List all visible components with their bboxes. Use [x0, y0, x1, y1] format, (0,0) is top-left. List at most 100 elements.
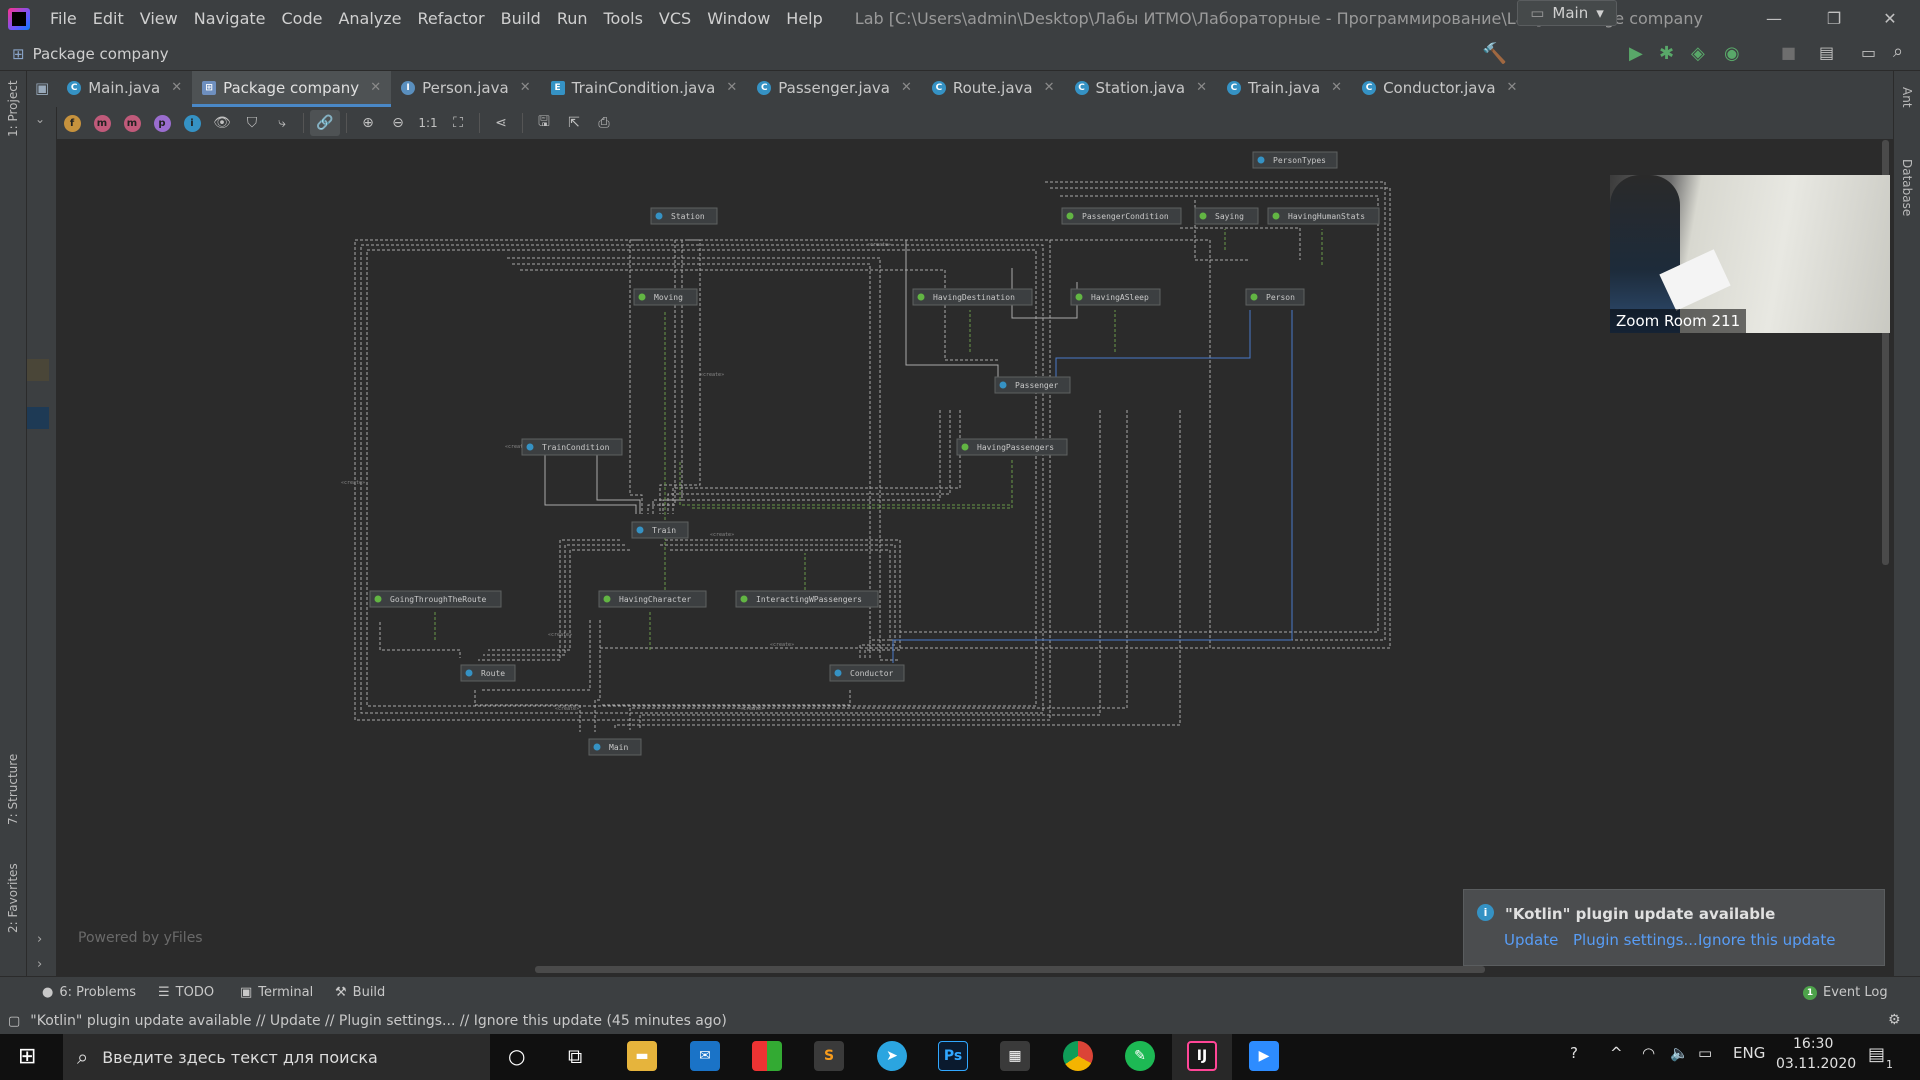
tab-route[interactable]: C Route.java ✕ [922, 71, 1065, 107]
close-icon[interactable]: ✕ [171, 80, 182, 95]
calculator-icon[interactable]: ▦ [1000, 1041, 1030, 1071]
menu-tools[interactable]: Tools [596, 9, 651, 28]
close-icon[interactable]: ✕ [1331, 80, 1342, 95]
status-message[interactable]: "Kotlin" plugin update available // Upda… [30, 1013, 727, 1029]
uml-node[interactable]: Saying [1194, 207, 1259, 225]
database-tool-button[interactable]: Database [1900, 159, 1914, 216]
ignore-update-link[interactable]: Ignore this update [1698, 931, 1835, 949]
event-log-button[interactable]: 1 Event Log [1803, 985, 1888, 1000]
uml-node[interactable]: Route [460, 664, 516, 682]
chrome-icon[interactable] [1063, 1041, 1093, 1071]
menu-navigate[interactable]: Navigate [186, 9, 274, 28]
mail-icon[interactable]: ✉ [690, 1041, 720, 1071]
tab-station[interactable]: C Station.java ✕ [1065, 71, 1217, 107]
language-indicator[interactable]: ENG [1733, 1044, 1765, 1062]
file-explorer-icon[interactable]: ▬ [627, 1041, 657, 1071]
uml-node[interactable]: Moving [633, 288, 698, 306]
dependencies-button[interactable]: ⤷ [267, 110, 297, 136]
uml-node[interactable]: Main [588, 738, 642, 756]
uml-node[interactable]: InteractingWPassengers [735, 590, 879, 608]
uml-node[interactable]: Person [1245, 288, 1305, 306]
volume-icon[interactable]: 🔈 [1670, 1044, 1689, 1062]
horizontal-scrollbar[interactable] [535, 966, 1485, 973]
uml-node[interactable]: PassengerCondition [1061, 207, 1182, 225]
menu-help[interactable]: Help [778, 9, 830, 28]
profile-icon[interactable]: ◉ [1724, 43, 1740, 64]
intellij-logo-icon[interactable] [8, 7, 30, 30]
taskbar-search[interactable]: ⌕ Введите здесь текст для поиска [63, 1034, 490, 1080]
tab-list-icon[interactable]: ▣ [27, 71, 57, 107]
project-tool-button[interactable]: 1: Project [6, 80, 20, 137]
menu-run[interactable]: Run [549, 9, 596, 28]
ant-tool-button[interactable]: Ant [1900, 87, 1914, 108]
inner-classes-button[interactable]: i [177, 110, 207, 136]
close-icon[interactable]: ✕ [1860, 0, 1920, 37]
methods-button[interactable]: m [117, 110, 147, 136]
clock-time[interactable]: 16:30 [1793, 1036, 1833, 1052]
wifi-icon[interactable]: ◠ [1642, 1044, 1655, 1062]
menu-code[interactable]: Code [274, 9, 331, 28]
filter-button[interactable]: ⛉ [237, 110, 267, 136]
uml-node[interactable]: Passenger [994, 376, 1071, 394]
properties-button[interactable]: p [147, 110, 177, 136]
window-toggle-icon[interactable]: ▢ [8, 1014, 20, 1029]
uml-node[interactable]: HavingHumanStats [1267, 207, 1380, 225]
coverage-icon[interactable]: ◈ [1691, 43, 1705, 64]
chevron-right-icon[interactable]: › [37, 957, 42, 972]
constructors-button[interactable]: m [87, 110, 117, 136]
problems-tool-button[interactable]: ● 6: Problems [42, 985, 136, 1000]
uml-node[interactable]: Conductor [829, 664, 905, 682]
menu-refactor[interactable]: Refactor [410, 9, 493, 28]
uml-node[interactable]: HavingPassengers [956, 438, 1068, 456]
chevron-right-icon[interactable]: › [37, 932, 42, 947]
plugin-settings-link[interactable]: Plugin settings... [1573, 931, 1698, 949]
close-icon[interactable]: ✕ [520, 80, 531, 95]
build-tool-button[interactable]: ⚒ Build [335, 985, 385, 1000]
cortana-icon[interactable]: ○ [508, 1044, 525, 1068]
visibility-button[interactable]: 👁 [207, 110, 237, 136]
battery-icon[interactable]: ▭ [1698, 1044, 1712, 1062]
menu-window[interactable]: Window [699, 9, 778, 28]
close-icon[interactable]: ✕ [726, 80, 737, 95]
save-button[interactable]: 🖫 [529, 110, 559, 136]
uml-node[interactable]: Train [631, 521, 689, 539]
terminal-tool-button[interactable]: ▣ Terminal [240, 985, 313, 1000]
clock-date[interactable]: 03.11.2020 [1776, 1056, 1856, 1072]
menu-file[interactable]: File [42, 9, 85, 28]
tab-main[interactable]: C Main.java ✕ [57, 71, 192, 107]
tab-list-icon[interactable]: ▣ [35, 79, 49, 97]
uml-node[interactable]: PersonTypes [1252, 151, 1338, 169]
close-icon[interactable]: ✕ [1196, 80, 1207, 95]
uml-node[interactable]: Station [650, 207, 718, 225]
minimize-icon[interactable]: — [1744, 0, 1804, 37]
link-button[interactable]: 🔗 [310, 110, 340, 136]
help-icon[interactable]: ? [1570, 1044, 1578, 1062]
uml-node[interactable]: GoingThroughTheRoute [369, 590, 502, 608]
print-button[interactable]: ⎙ [589, 110, 619, 136]
zoom-app-icon[interactable]: ▶ [1249, 1041, 1279, 1071]
menu-view[interactable]: View [132, 9, 186, 28]
structure-tool-button[interactable]: 7: Structure [6, 754, 20, 825]
fit-content-button[interactable]: ⛶ [443, 110, 473, 136]
debug-icon[interactable]: ✱ [1659, 43, 1674, 64]
breadcrumb-project[interactable]: Package company [33, 45, 169, 63]
photoshop-icon[interactable]: Ps [938, 1041, 968, 1071]
frame-icon[interactable]: ▭ [1861, 43, 1876, 62]
tab-train-condition[interactable]: E TrainCondition.java ✕ [541, 71, 748, 107]
favorites-tool-button[interactable]: 2: Favorites [6, 863, 20, 933]
actual-size-button[interactable]: 1:1 [413, 110, 443, 136]
run-icon[interactable]: ▶ [1629, 43, 1643, 64]
close-icon[interactable]: ✕ [901, 80, 912, 95]
menu-build[interactable]: Build [493, 9, 549, 28]
store-icon[interactable] [752, 1041, 782, 1071]
uml-node[interactable]: HavingDestination [912, 288, 1033, 306]
uml-node[interactable]: HavingCharacter [598, 590, 707, 608]
breadcrumb[interactable]: ⊞ Package company [12, 45, 169, 63]
task-view-icon[interactable]: ⧉ [568, 1044, 582, 1068]
telegram-icon[interactable]: ➤ [877, 1041, 907, 1071]
sublime-icon[interactable]: S [814, 1041, 844, 1071]
fields-button[interactable]: f [57, 110, 87, 136]
search-icon[interactable]: ⌕ [1893, 41, 1903, 62]
zoom-in-button[interactable]: ⊕ [353, 110, 383, 136]
close-icon[interactable]: ✕ [1507, 80, 1518, 95]
